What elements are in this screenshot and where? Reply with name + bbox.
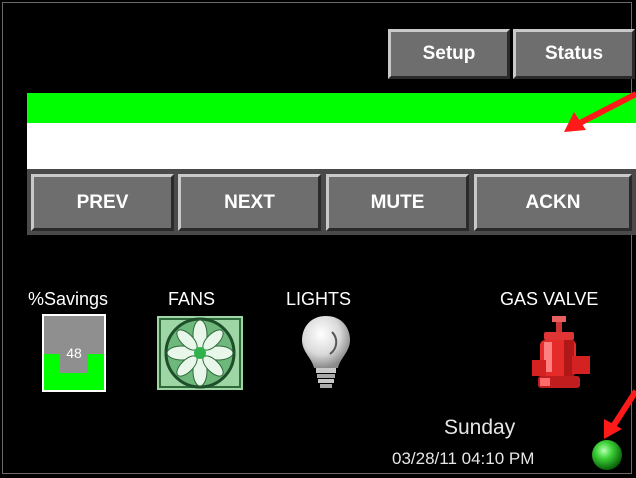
mute-button[interactable]: MUTE <box>326 174 469 231</box>
status-led-icon <box>592 440 622 470</box>
alarm-status-bar <box>27 93 636 123</box>
setup-button[interactable]: Setup <box>388 29 510 79</box>
alarm-message-field <box>27 123 636 169</box>
fans-label: FANS <box>168 289 216 309</box>
gas-valve-icon[interactable] <box>530 314 592 392</box>
day-of-week: Sunday <box>444 416 516 439</box>
savings-label: %Savings <box>28 289 109 309</box>
fan-icon[interactable] <box>157 316 243 390</box>
lights-label: LIGHTS <box>286 289 352 309</box>
status-button[interactable]: Status <box>513 29 635 79</box>
date-time: 03/28/11 04:10 PM <box>392 449 535 468</box>
gas-valve-label: GAS VALVE <box>500 289 599 309</box>
savings-value: 48 <box>66 345 82 361</box>
prev-button[interactable]: PREV <box>31 174 174 231</box>
next-button[interactable]: NEXT <box>178 174 321 231</box>
ackn-button[interactable]: ACKN <box>474 174 632 231</box>
light-bulb-icon[interactable] <box>300 314 352 394</box>
savings-gauge[interactable]: 48 <box>42 314 106 392</box>
red-arrow-icon <box>564 91 636 132</box>
red-arrow-icon <box>604 389 636 439</box>
